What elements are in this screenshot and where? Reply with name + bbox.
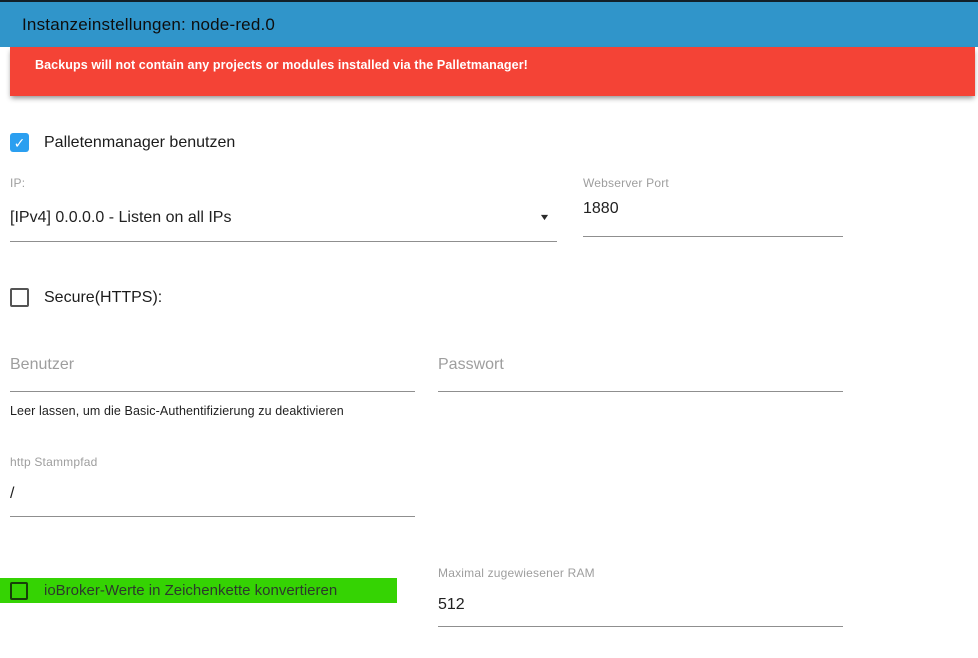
dropdown-arrow-icon: ▼ [538,212,551,222]
ip-field: IP: [IPv4] 0.0.0.0 - Listen on all IPs ▼ [10,176,557,242]
secure-checkbox-row[interactable]: Secure(HTTPS): [10,288,162,307]
instance-settings-dialog: Instanzeinstellungen: node-red.0 Backups… [0,0,978,658]
warning-text: Backups will not contain any projects or… [35,58,528,72]
palletmanager-checkbox-row[interactable]: ✓ Palletenmanager benutzen [10,133,235,152]
dialog-title: Instanzeinstellungen: node-red.0 [22,14,276,34]
port-field-label: Webserver Port [583,176,669,190]
http-root-input[interactable] [10,485,415,517]
ram-input[interactable] [438,596,843,627]
ram-field: Maximal zugewiesener RAM [438,566,843,627]
password-input[interactable] [438,354,843,392]
ram-field-label: Maximal zugewiesener RAM [438,566,595,580]
convert-values-checkbox-row[interactable]: ioBroker-Werte in Zeichenkette konvertie… [0,578,397,603]
ip-select-value: [IPv4] 0.0.0.0 - Listen on all IPs [10,209,232,226]
dialog-header: Instanzeinstellungen: node-red.0 [0,0,978,47]
port-field: Webserver Port [583,176,843,237]
convert-values-checkbox[interactable] [10,581,28,600]
convert-values-checkbox-label[interactable]: ioBroker-Werte in Zeichenkette konvertie… [44,582,337,599]
http-root-field: http Stammpfad [10,455,415,517]
ip-field-label: IP: [10,176,26,190]
user-field [10,354,415,392]
checkmark-icon: ✓ [13,134,26,151]
http-root-field-label: http Stammpfad [10,455,98,469]
password-field [438,354,843,392]
user-input[interactable] [10,354,415,392]
secure-checkbox[interactable] [10,288,29,307]
port-input[interactable] [583,200,843,237]
palletmanager-checkbox[interactable]: ✓ [10,133,29,152]
ip-select[interactable]: [IPv4] 0.0.0.0 - Listen on all IPs ▼ [10,208,557,242]
secure-checkbox-label[interactable]: Secure(HTTPS): [44,289,162,307]
user-helper-text: Leer lassen, um die Basic-Authentifizier… [10,404,344,418]
palletmanager-checkbox-label[interactable]: Palletenmanager benutzen [44,134,235,152]
warning-banner: Backups will not contain any projects or… [10,47,975,96]
